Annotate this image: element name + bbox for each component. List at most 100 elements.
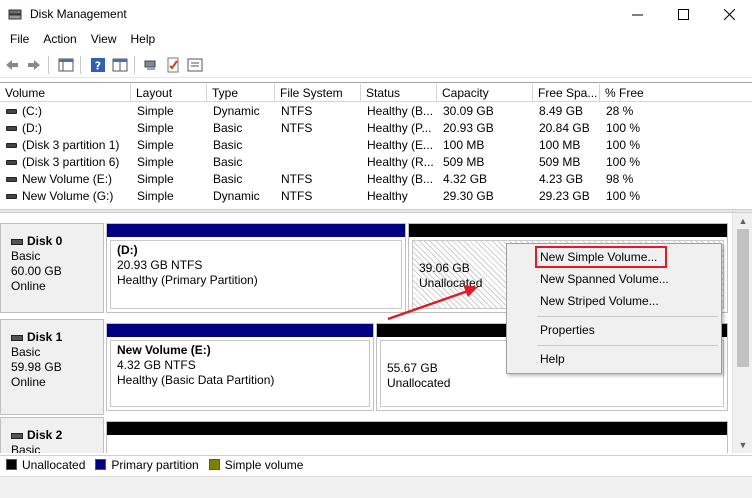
menu-file[interactable]: File [3,32,36,46]
disk-view-scrollbar[interactable]: ▲ ▼ [732,213,752,453]
volume-percent-free: 100 % [606,155,641,169]
window-title: Disk Management [30,7,127,21]
volume-layout: Simple [137,138,174,152]
partition-d[interactable]: (D:) 20.93 GB NTFS Healthy (Primary Part… [106,223,406,313]
status-bar [0,476,752,498]
menu-item-help[interactable]: Help [540,349,565,369]
disk-0-type: Basic [11,249,41,263]
disk-icon [11,238,23,245]
volume-layout: Simple [137,121,174,135]
unallocated-bar [107,422,727,435]
volume-name: (D:) [22,121,42,135]
disk-1-label[interactable]: Disk 1 Basic 59.98 GB Online [0,319,104,415]
primary-partition-bar [107,224,405,237]
volume-type: Basic [213,138,243,152]
menu-help[interactable]: Help [124,32,163,46]
volume-free-space: 509 MB [539,155,581,169]
volume-name: New Volume (G:) [22,189,114,203]
volume-name: (C:) [22,104,42,118]
volume-free-space: 100 MB [539,138,581,152]
disk-2-label[interactable]: Disk 2 Basic [0,417,104,453]
scroll-down-icon[interactable]: ▼ [738,440,748,450]
volume-status: Healthy (B... [367,172,434,186]
menu-separator [537,345,718,346]
disk-icon [11,334,23,341]
scrollbar-thumb[interactable] [737,229,749,367]
volume-capacity: 29.30 GB [443,189,494,203]
menu-item-properties[interactable]: Properties [540,320,595,340]
legend: Unallocated Primary partition Simple vol… [0,455,752,473]
legend-simple: Simple volume [224,457,304,472]
volume-free-space: 29.23 GB [539,189,590,203]
volume-capacity: 30.09 GB [443,104,494,118]
table-row[interactable]: (Disk 3 partition 6) Simple Basic Health… [0,154,752,171]
partition-title: New Volume (E:) [117,343,211,357]
context-menu: New Simple Volume... New Spanned Volume.… [506,243,722,374]
volume-status: Healthy (B... [367,104,434,118]
volume-layout: Simple [137,104,174,118]
close-icon [723,8,735,20]
partition-e-details: New Volume (E:) 4.32 GB NTFS Healthy (Ba… [110,340,370,407]
disk-2-partitions[interactable] [106,421,728,453]
console-tree-icon[interactable] [58,57,74,73]
volume-type: Dynamic [213,104,260,118]
table-row[interactable]: (Disk 3 partition 1) Simple Basic Health… [0,137,752,154]
column-header-status[interactable]: Status [361,84,437,102]
disk-1-state: Online [11,375,46,389]
connect-icon[interactable] [143,57,159,73]
table-row[interactable]: New Volume (G:) Simple Dynamic NTFS Heal… [0,188,752,205]
help-icon[interactable]: ? [90,57,106,73]
volume-status: Healthy (R... [367,155,434,169]
column-header-type[interactable]: Type [207,84,275,102]
table-row[interactable]: (C:) Simple Dynamic NTFS Healthy (B... 3… [0,103,752,120]
volume-status: Healthy [367,189,408,203]
disk-icon [11,432,23,439]
column-header-layout[interactable]: Layout [131,84,207,102]
table-row[interactable]: (D:) Simple Basic NTFS Healthy (P... 20.… [0,120,752,137]
unallocated-label: Unallocated [387,376,451,390]
volume-percent-free: 98 % [606,172,634,186]
menu-item-new-striped-volume[interactable]: New Striped Volume... [540,291,659,311]
partition-e[interactable]: New Volume (E:) 4.32 GB NTFS Healthy (Ba… [106,323,374,411]
column-header-volume[interactable]: Volume [0,84,131,102]
volume-file-system: NTFS [281,189,313,203]
checklist-icon[interactable] [165,57,181,73]
show-hide-pane-icon[interactable] [112,57,128,73]
minimize-button[interactable] [614,0,660,28]
partition-status: Healthy (Basic Data Partition) [117,373,275,387]
menu-item-new-spanned-volume[interactable]: New Spanned Volume... [540,269,669,289]
toolbar-separator [134,56,135,74]
volume-name: (Disk 3 partition 6) [22,155,120,169]
volume-percent-free: 100 % [606,189,641,203]
disk-0-size: 60.00 GB [11,264,62,278]
column-header-file-system[interactable]: File System [275,84,361,102]
column-header-capacity[interactable]: Capacity [437,84,533,102]
partition-size: 4.32 GB NTFS [117,358,196,372]
volume-type: Basic [213,172,243,186]
scroll-up-icon[interactable]: ▲ [738,216,748,226]
properties-sheet-icon[interactable] [187,57,203,73]
disk-0-label[interactable]: Disk 0 Basic 60.00 GB Online [0,223,104,313]
partition-title: (D:) [117,243,138,257]
column-header-free-space[interactable]: Free Spa... [533,84,600,102]
menu-item-new-simple-volume[interactable]: New Simple Volume... [540,247,657,267]
volume-file-system [275,137,361,154]
partition-status: Healthy (Primary Partition) [117,273,258,287]
volume-status: Healthy (P... [367,121,432,135]
legend-swatch-simple [208,459,220,470]
close-button[interactable] [706,0,752,28]
menu-action[interactable]: Action [36,32,83,46]
back-arrow-icon[interactable] [4,57,20,73]
legend-unallocated: Unallocated [22,457,86,472]
table-row[interactable]: New Volume (E:) Simple Basic NTFS Health… [0,171,752,188]
menu-view[interactable]: View [84,32,124,46]
column-header-percent-free[interactable]: % Free [600,84,752,102]
partition-d-details: (D:) 20.93 GB NTFS Healthy (Primary Part… [110,240,402,309]
forward-arrow-icon[interactable] [26,57,42,73]
maximize-button[interactable] [660,0,706,28]
volume-status: Healthy (E... [367,138,434,152]
volume-capacity: 4.32 GB [443,172,488,186]
toolbar-separator [48,56,49,74]
volume-list-header: Volume Layout Type File System Status Ca… [0,84,752,102]
volume-capacity: 20.93 GB [443,121,494,135]
